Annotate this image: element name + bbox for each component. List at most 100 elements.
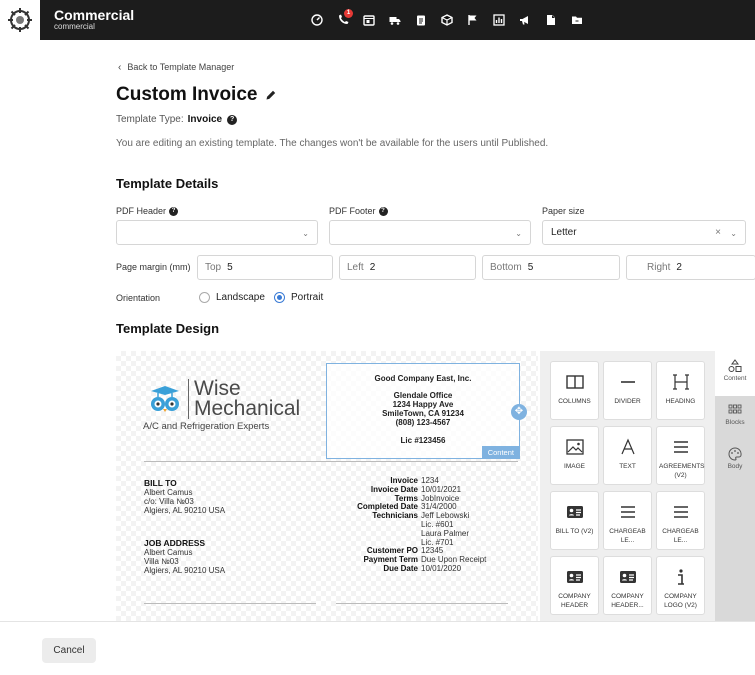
tile-heading[interactable]: HEADING [656, 361, 705, 420]
phone-icon[interactable]: 1 [330, 0, 356, 40]
chart-icon[interactable] [486, 0, 512, 40]
margin-right-label: Right [647, 262, 671, 273]
megaphone-icon[interactable] [512, 0, 538, 40]
orientation-landscape-radio[interactable]: Landscape [199, 292, 265, 303]
radio-unchecked-icon [199, 292, 210, 303]
back-to-template-manager-link[interactable]: ‹ Back to Template Manager [118, 62, 234, 73]
footer-bar: Cancel [0, 621, 755, 675]
divider-icon [620, 381, 635, 383]
brand-name: Commercial [54, 7, 135, 24]
field-key: Technicians [372, 511, 418, 521]
app-logo[interactable] [0, 0, 40, 40]
calendar-icon[interactable] [356, 0, 382, 40]
footer-divider [144, 603, 316, 604]
rail-body-label: Body [727, 463, 743, 470]
margin-right-value: 2 [676, 262, 682, 273]
margin-top-value: 5 [227, 262, 233, 273]
rail-tab-body[interactable]: Body [715, 447, 755, 470]
margin-bottom-input[interactable]: Bottom 5 [482, 255, 620, 280]
tile-bill-to[interactable]: BILL TO (V2) [550, 491, 599, 550]
paper-size-select[interactable]: Letter × ⌄ [542, 220, 746, 245]
design-canvas[interactable]: Wise Mechanical A/C and Refrigeration Ex… [116, 351, 538, 621]
company-name: Good Company East, Inc. [374, 374, 472, 383]
tile-label: CHARGEAB LE... [609, 528, 646, 544]
folder-icon[interactable] [564, 0, 590, 40]
pdf-header-select[interactable]: ⌄ [116, 220, 318, 245]
pdf-footer-label-text: PDF Footer [329, 206, 376, 216]
grid-icon [728, 404, 742, 414]
template-design-heading: Template Design [116, 321, 220, 336]
company-info-block[interactable]: Good Company East, Inc. Glendale Office … [326, 363, 520, 459]
palette-icon [728, 447, 742, 461]
invoice-field-row: Due Date 10/01/2020 [326, 564, 526, 574]
clear-icon[interactable]: × [715, 227, 721, 238]
chevron-left-icon: ‹ [118, 62, 122, 73]
job-address-line: Albert Camus [144, 548, 193, 557]
company-city: SmileTown, CA 91234 [382, 409, 464, 418]
app-logo-icon [8, 8, 32, 32]
pdf-header-label-text: PDF Header [116, 206, 167, 216]
top-nav-icons: 1 [304, 0, 590, 40]
logo-wordmark: Wise Mechanical [188, 378, 300, 419]
bill-to-block[interactable]: BILL TO Albert Camus c/o: Villa №03 Algi… [144, 479, 226, 516]
file-icon[interactable] [538, 0, 564, 40]
pdf-footer-select[interactable]: ⌄ [329, 220, 531, 245]
margin-top-input[interactable]: Top 5 [197, 255, 333, 280]
job-address-heading: JOB ADDRESS [144, 538, 206, 548]
margin-right-input[interactable]: Right 2 [626, 255, 755, 280]
tile-text[interactable]: TEXT [603, 426, 652, 485]
job-address-line: Algiers, AL 90210 USA [144, 566, 226, 575]
landscape-label: Landscape [216, 292, 265, 303]
rail-tab-blocks[interactable]: Blocks [715, 403, 755, 426]
margin-left-label: Left [347, 262, 364, 273]
flag-icon[interactable] [460, 0, 486, 40]
element-palette: COLUMNS DIVIDER HEADING IMAGE TEXT AGREE… [540, 351, 715, 621]
invoice-details-block[interactable]: Invoice 1234 Invoice Date 10/01/2021 Terms… [326, 476, 526, 574]
chevron-down-icon: ⌄ [515, 229, 522, 238]
company-logo[interactable]: Wise Mechanical A/C and Refrigeration Ex… [143, 378, 316, 439]
template-type: Template Type: Invoice ? [116, 114, 238, 125]
tile-company-header[interactable]: COMPANY HEADER [550, 556, 599, 615]
truck-icon[interactable] [382, 0, 408, 40]
cancel-button[interactable]: Cancel [42, 638, 96, 663]
tile-label: COLUMNS [558, 398, 591, 405]
pencil-icon[interactable] [265, 89, 277, 101]
rail-tab-content[interactable]: Content [715, 351, 755, 396]
orientation-portrait-radio[interactable]: Portrait [274, 292, 323, 303]
contact-card-icon [566, 571, 583, 583]
margin-top-label: Top [205, 262, 222, 273]
box-icon[interactable] [434, 0, 460, 40]
list-icon [673, 506, 688, 518]
tile-divider[interactable]: DIVIDER [603, 361, 652, 420]
image-icon [565, 439, 584, 455]
logo-tagline: A/C and Refrigeration Experts [143, 420, 270, 432]
margin-left-input[interactable]: Left 2 [339, 255, 476, 280]
tile-label: DIVIDER [614, 398, 641, 405]
help-icon[interactable]: ? [227, 114, 238, 125]
bill-to-line: c/o: Villa №03 [144, 497, 194, 506]
phone-badge: 1 [344, 9, 353, 18]
margin-bottom-label: Bottom [490, 262, 522, 273]
dashboard-icon[interactable] [304, 0, 330, 40]
tile-columns[interactable]: COLUMNS [550, 361, 599, 420]
tile-agreements[interactable]: AGREEMENTS (V2) [656, 426, 705, 485]
tile-label: CHARGEAB LE... [662, 528, 699, 544]
help-icon[interactable]: ? [378, 206, 388, 216]
tile-image[interactable]: IMAGE [550, 426, 599, 485]
tile-chargeable-2[interactable]: CHARGEAB LE... [656, 491, 705, 550]
clipboard-icon[interactable] [408, 0, 434, 40]
help-icon[interactable]: ? [169, 206, 179, 216]
page-title: Custom Invoice [116, 84, 277, 106]
bill-to-line: Algiers, AL 90210 USA [144, 506, 226, 515]
tile-company-header-2[interactable]: COMPANY HEADER... [603, 556, 652, 615]
radio-checked-icon [274, 292, 285, 303]
chevron-down-icon: ⌄ [730, 229, 737, 238]
move-handle-icon[interactable]: ✥ [511, 404, 527, 420]
content-tag: Content [481, 446, 520, 459]
page-margin-label: Page margin (mm) [116, 262, 191, 272]
job-address-block[interactable]: JOB ADDRESS Albert Camus Villa №03 Algie… [144, 538, 226, 576]
rail-blocks-label: Blocks [725, 419, 745, 426]
tile-chargeable[interactable]: CHARGEAB LE... [603, 491, 652, 550]
company-license: Lic #123456 [400, 436, 446, 445]
tile-company-logo[interactable]: COMPANY LOGO (V2) [656, 556, 705, 615]
